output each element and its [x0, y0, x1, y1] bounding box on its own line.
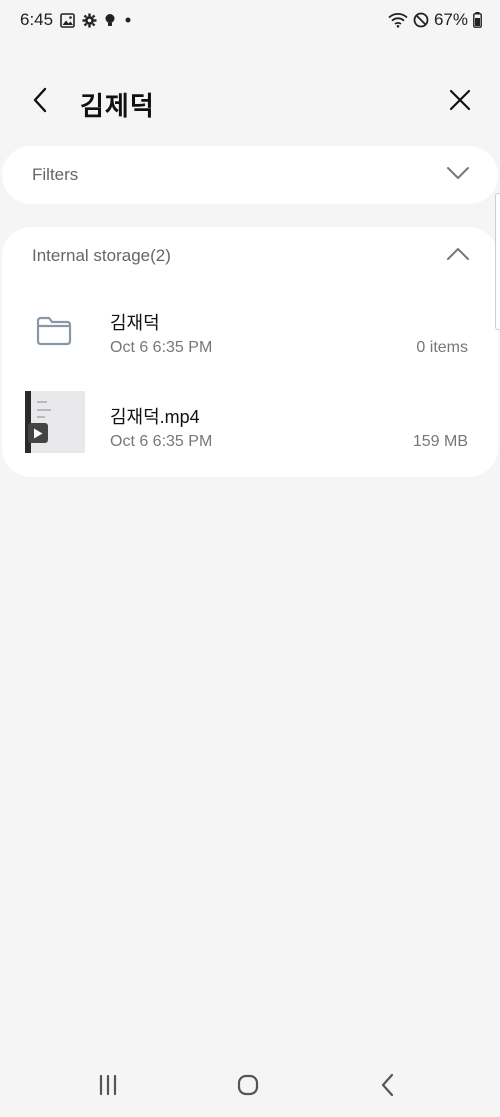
filters-toggle[interactable]: Filters [2, 146, 498, 204]
navigation-bar [0, 1053, 500, 1117]
close-button[interactable] [442, 84, 478, 120]
video-thumbnail [25, 391, 85, 453]
play-icon [28, 423, 48, 443]
status-right: 67% [388, 10, 482, 30]
back-icon [380, 1073, 396, 1102]
item-size: 159 MB [412, 433, 468, 450]
recent-apps-icon [97, 1074, 119, 1101]
status-left: 6:45 [20, 10, 133, 30]
bulb-icon [104, 13, 116, 28]
page-title: 김제덕 [80, 91, 155, 121]
chevron-down-icon [446, 164, 470, 187]
scrollbar[interactable] [495, 193, 500, 330]
status-time: 6:45 [20, 10, 54, 29]
chevron-left-icon [30, 86, 50, 119]
item-name: 김재덕.mp4 [110, 407, 200, 427]
close-icon [448, 88, 472, 117]
nav-back-button[interactable] [368, 1067, 408, 1107]
thumbnail-line [37, 409, 51, 411]
thumbnail-line [37, 401, 47, 403]
dnd-icon [413, 12, 429, 28]
internal-storage-section: Internal storage(2) 김재덕 Oct 6 6:35 PM 0 … [2, 227, 498, 477]
home-button[interactable] [228, 1067, 268, 1107]
settings-icon [82, 13, 97, 28]
item-count: 0 items [416, 339, 468, 356]
dot-icon [123, 15, 133, 25]
item-date: Oct 6 6:35 PM [110, 433, 213, 450]
internal-storage-header[interactable]: Internal storage(2) [2, 227, 498, 287]
list-item-folder[interactable]: 김재덕 Oct 6 6:35 PM 0 items [2, 291, 498, 377]
search-results-screen: 6:45 67% 김제덕 Filters Internal storage(2)… [0, 0, 500, 1117]
back-button[interactable] [22, 84, 58, 120]
wifi-icon [388, 12, 408, 28]
internal-storage-label: Internal storage(2) [32, 246, 171, 265]
home-icon [236, 1073, 260, 1102]
battery-percent: 67% [433, 10, 468, 29]
gallery-icon [60, 12, 75, 28]
item-date: Oct 6 6:35 PM [110, 339, 213, 356]
thumbnail-edge [25, 391, 31, 453]
item-name: 김재덕 [110, 313, 160, 333]
app-header: 김제덕 [0, 76, 500, 128]
battery-icon [473, 12, 482, 28]
thumbnail-line [37, 416, 45, 418]
filters-label: Filters [32, 165, 79, 184]
recent-apps-button[interactable] [88, 1067, 128, 1107]
chevron-up-icon [446, 245, 470, 268]
list-item-video[interactable]: 김재덕.mp4 Oct 6 6:35 PM 159 MB [2, 385, 498, 471]
status-bar: 6:45 67% [0, 0, 500, 44]
folder-icon [24, 301, 84, 361]
